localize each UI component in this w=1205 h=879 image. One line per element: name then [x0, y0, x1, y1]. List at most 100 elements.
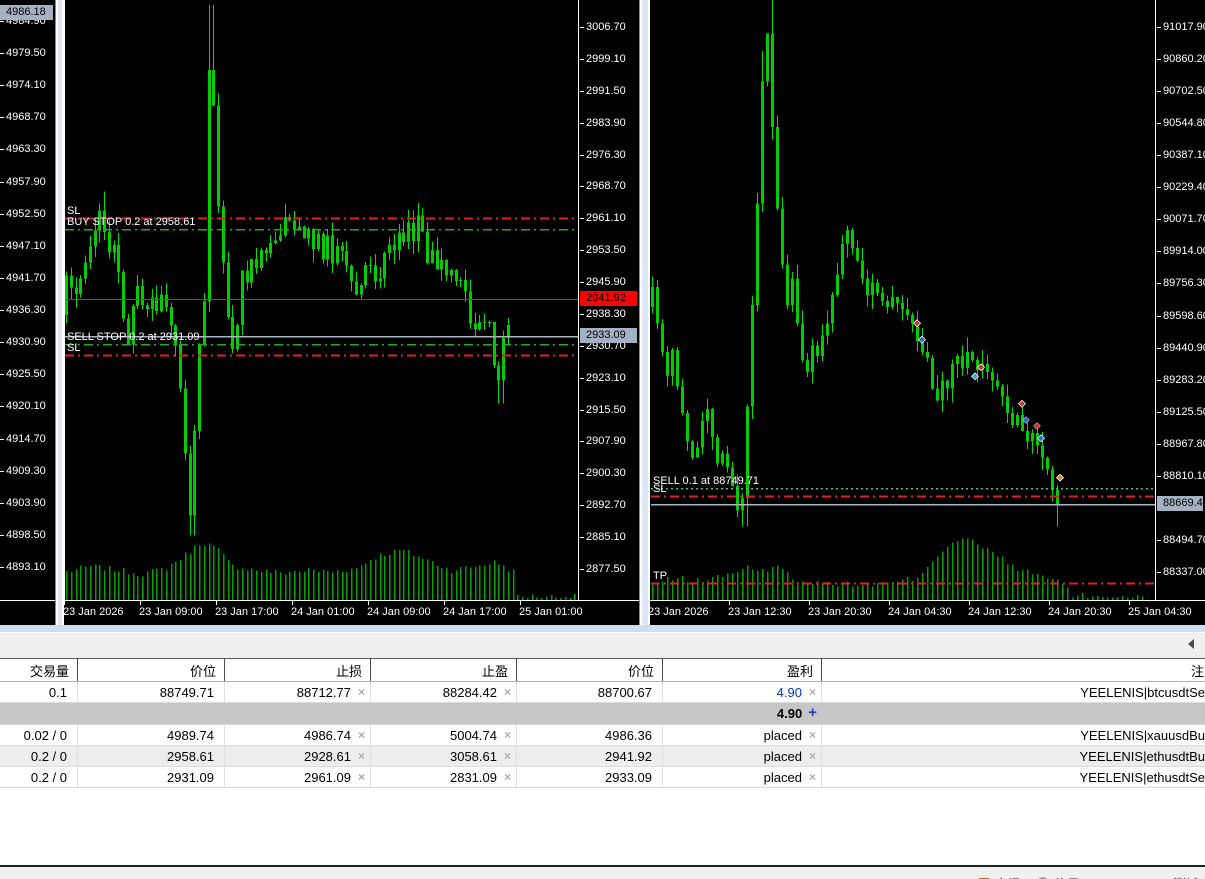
order-sl: 4986.74 — [303, 727, 351, 743]
price-axis-label: 4957.90 — [0, 176, 46, 189]
time-axis-label: 24 Jan 01:00 — [291, 606, 355, 618]
price-axis-label: 4974.10 — [0, 79, 46, 92]
col-header-price[interactable]: 价位 — [78, 659, 225, 681]
order-line-label: SELL 0.1 at 88749.71 — [653, 474, 760, 487]
order-current-price: 2933.09 — [605, 769, 652, 785]
order-line-label: SL — [67, 341, 81, 354]
order-row[interactable]: 0.2 / 0 2931.09 2961.09 × 2831.09 × 2933.09 pla… — [0, 767, 1205, 788]
order-volume: 0.02 / 0 — [23, 727, 67, 743]
time-axis-label: 23 Jan 17:00 — [215, 606, 279, 618]
order-row[interactable]: 0.1 88749.71 88712.77 × 88284.42 × 88700.67 4.9… — [0, 682, 1205, 703]
close-order-icon[interactable]: × — [504, 771, 511, 783]
time-axis-label: 24 Jan 17:00 — [443, 606, 507, 618]
ethusdt-price-axis[interactable]: 3006.70 2999.10 2991.50 2983.90 2976.30 2968.… — [580, 0, 639, 625]
time-axis-label: 24 Jan 20:30 — [1048, 606, 1112, 618]
time-axis-tick — [292, 601, 293, 605]
price-axis-label: 89598.60 — [1157, 310, 1205, 323]
time-axis-tick — [520, 601, 521, 605]
col-header-current-price[interactable]: 价位 — [517, 659, 663, 681]
btcusdt-chart-plot[interactable] — [650, 0, 1155, 600]
price-axis-label: 4936.30 — [0, 304, 46, 317]
price-axis-label: 4898.50 — [0, 529, 46, 542]
window-splitter[interactable] — [55, 0, 64, 632]
price-axis-label: 2915.50 — [580, 404, 626, 417]
order-comment: YEELENIS|xauusdBu — [1080, 727, 1205, 743]
time-axis-tick — [444, 601, 445, 605]
price-axis-label: 2900.30 — [580, 467, 626, 480]
col-header-tp[interactable]: 止盈 — [371, 659, 517, 681]
toolbox-tab-测试[interactable]: 测试 — [1157, 874, 1199, 879]
window-splitter[interactable] — [639, 0, 650, 632]
close-order-icon[interactable]: × — [809, 686, 816, 698]
col-header-volume[interactable]: 交易量 — [0, 659, 78, 681]
order-line-label: SELL STOP 0.2 at 2931.09 — [67, 330, 200, 343]
expand-profit-icon[interactable]: + — [808, 705, 817, 720]
order-profit: 4.90 — [776, 684, 802, 700]
price-axis-label: 90229.40 — [1157, 181, 1205, 194]
col-header-profit[interactable]: 盈利 — [663, 659, 822, 681]
close-order-icon[interactable]: × — [809, 729, 816, 741]
col-header-comment[interactable]: 注 — [822, 659, 1205, 681]
price-axis-label: 4920.10 — [0, 400, 46, 413]
order-volume: 0.1 — [48, 684, 67, 700]
time-axis-tick — [64, 601, 65, 605]
order-volume: 0.2 / 0 — [30, 769, 67, 785]
close-order-icon[interactable]: × — [358, 771, 365, 783]
order-row[interactable]: 0.02 / 0 4989.74 4986.74 × 5004.74 × 4986.36 pl… — [0, 725, 1205, 746]
order-comment: YEELENIS|ethusdtSe — [1079, 769, 1205, 785]
ethusdt-chart-plot[interactable] — [64, 0, 578, 600]
toolbox-tabs-bar: 市场 信号 VPS 测试 — [0, 867, 1205, 879]
price-axis-label: 4952.50 — [0, 208, 46, 221]
order-row[interactable]: 0.2 / 0 2958.61 2928.61 × 3058.61 × 2941.92 pla… — [0, 746, 1205, 767]
price-axis-label: 89440.90 — [1157, 342, 1205, 355]
profit-summary-row[interactable]: 4.90 + — [0, 703, 1205, 725]
order-sl: 2928.61 — [303, 748, 351, 764]
order-current-price: 2941.92 — [605, 748, 652, 764]
price-axis-label: 2945.90 — [580, 276, 626, 289]
order-current-price: 4986.36 — [605, 727, 652, 743]
btcusdt-price-axis[interactable]: 91017.90 90860.20 90702.50 90544.80 90387.10… — [1157, 0, 1205, 625]
time-axis-tick — [1049, 601, 1050, 605]
collapse-panel-arrow-icon[interactable] — [1188, 639, 1194, 649]
time-axis-tick — [729, 601, 730, 605]
order-tp: 5004.74 — [449, 727, 497, 743]
price-axis-label: 2968.70 — [580, 180, 626, 193]
order-price: 88749.71 — [159, 684, 214, 700]
close-order-icon[interactable]: × — [358, 686, 365, 698]
price-axis-label: 2976.30 — [580, 149, 626, 162]
time-axis-label: 24 Jan 09:00 — [367, 606, 431, 618]
price-axis-label: 91017.90 — [1157, 21, 1205, 34]
close-order-icon[interactable]: × — [358, 729, 365, 741]
price-axis-label: 3006.70 — [580, 21, 626, 34]
order-sl: 88712.77 — [296, 684, 351, 700]
time-axis-label: 24 Jan 12:30 — [968, 606, 1032, 618]
order-volume: 0.2 / 0 — [30, 748, 67, 764]
price-axis-label: 4909.30 — [0, 465, 46, 478]
price-axis-label: 89914.00 — [1157, 245, 1205, 258]
orders-header-row: 交易量 价位 止损 止盈 价位 盈利注 — [0, 659, 1205, 682]
toolbox-tab-市场[interactable]: 市场 — [977, 874, 1021, 879]
col-header-sl[interactable]: 止损 — [225, 659, 371, 681]
price-axis-label: 90702.50 — [1157, 85, 1205, 98]
xauusd-price-axis[interactable]: 4984.90 4979.50 4974.10 4968.70 4963.30 4957.… — [0, 0, 55, 625]
close-order-icon[interactable]: × — [504, 750, 511, 762]
price-axis-label: 4979.50 — [0, 47, 46, 60]
order-price: 4989.74 — [167, 727, 214, 743]
order-profit: placed — [763, 748, 802, 764]
order-profit: placed — [763, 727, 802, 743]
price-axis-label: 4941.70 — [0, 272, 46, 285]
close-order-icon[interactable]: × — [504, 729, 511, 741]
close-order-icon[interactable]: × — [809, 771, 816, 783]
toolbox-tab-VPS[interactable]: VPS — [1096, 876, 1142, 879]
close-order-icon[interactable]: × — [809, 750, 816, 762]
trading-terminal: 4984.90 4979.50 4974.10 4968.70 4963.30 4957.… — [0, 0, 1205, 879]
time-axis-tick — [969, 601, 970, 605]
time-axis-label: 25 Jan 01:00 — [519, 606, 583, 618]
close-order-icon[interactable]: × — [358, 750, 365, 762]
toolbox-tab-信号[interactable]: 信号 — [1036, 874, 1080, 879]
price-axis-label: 2991.50 — [580, 85, 626, 98]
order-price: 2958.61 — [167, 748, 214, 764]
price-axis-label: 2923.10 — [580, 372, 626, 385]
close-order-icon[interactable]: × — [504, 686, 511, 698]
order-tp: 3058.61 — [449, 748, 497, 764]
